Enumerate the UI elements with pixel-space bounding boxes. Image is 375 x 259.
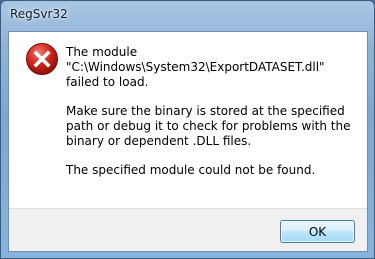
title-bar[interactable]: RegSvr32 <box>1 1 374 31</box>
error-message: The module "C:\Windows\System32\ExportDA… <box>66 45 356 192</box>
message-not-found: The specified module could not be found. <box>66 163 316 177</box>
message-instructions: Make sure the binary is stored at the sp… <box>66 104 351 148</box>
dialog-body: The module "C:\Windows\System32\ExportDA… <box>8 31 368 252</box>
regsvr32-dialog: RegSvr32 The module "C:\Windows\System32… <box>0 0 375 259</box>
ok-button[interactable]: OK <box>280 220 355 243</box>
message-failed-to-load: The module "C:\Windows\System32\ExportDA… <box>66 45 325 89</box>
window-title: RegSvr32 <box>10 7 68 21</box>
button-bar: OK <box>9 208 367 251</box>
error-icon <box>25 42 59 76</box>
